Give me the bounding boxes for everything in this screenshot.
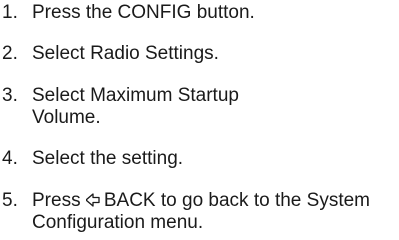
- step-text-prefix: Press: [32, 190, 81, 211]
- step-5: 5. Press BACK to go back to the System C…: [0, 190, 399, 234]
- step-text-rest: BACK to go back to the System Configurat…: [32, 190, 370, 233]
- step-text: Select Maximum Startup Volume.: [32, 85, 239, 128]
- step-text: Select Radio Settings.: [32, 43, 219, 64]
- back-arrow-icon: [85, 193, 100, 207]
- step-text: Press the CONFIG button.: [32, 2, 255, 23]
- step-number: 2.: [2, 43, 18, 64]
- step-number: 1.: [2, 2, 18, 23]
- step-text: Press BACK to go back to the System Conf…: [32, 190, 397, 234]
- step-2: 2. Select Radio Settings.: [0, 43, 399, 65]
- step-number: 4.: [2, 148, 18, 169]
- step-1: 1. Press the CONFIG button.: [0, 2, 399, 24]
- step-number: 5.: [2, 190, 18, 211]
- step-3: 3. Select Maximum Startup Volume.: [0, 85, 399, 129]
- step-4: 4. Select the setting.: [0, 148, 399, 170]
- step-text: Select the setting.: [32, 148, 184, 169]
- step-number: 3.: [2, 85, 18, 106]
